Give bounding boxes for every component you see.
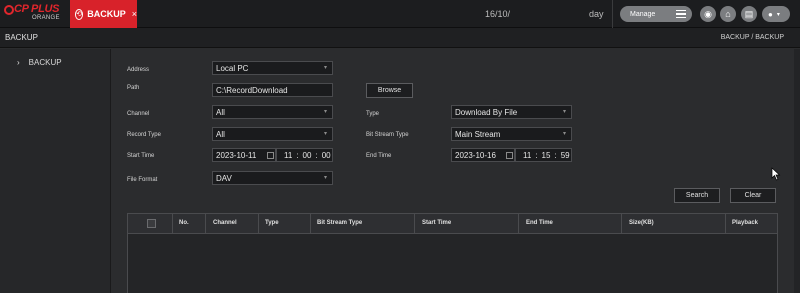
scrollbar[interactable] [794, 49, 800, 293]
divider [414, 214, 415, 234]
title-bar: BACKUP BACKUP / BACKUP [0, 28, 800, 48]
end-time-input[interactable]: 11 : 15 : 59 [515, 148, 572, 162]
logo-mark-icon [4, 5, 14, 15]
bit-stream-type-label: Bit Stream Type [366, 132, 409, 138]
breadcrumb: BACKUP / BACKUP [720, 34, 784, 41]
divider [612, 0, 613, 28]
type-select[interactable]: Download By File ▾ [451, 105, 572, 119]
column-size[interactable]: Size(KB) [629, 220, 654, 226]
select-all-checkbox[interactable] [147, 219, 156, 228]
manage-label: Manage [630, 10, 656, 18]
backup-icon: ⟲ [75, 8, 84, 20]
tab-backup-label: BACKUP [87, 9, 126, 19]
divider [725, 214, 726, 234]
file-format-value: DAV [216, 173, 232, 183]
divider [172, 214, 173, 234]
cp-plus-logo: CP PLUS ORANGE [2, 3, 66, 25]
sidebar-item-backup[interactable]: › BACKUP [0, 53, 111, 71]
calendar-icon[interactable] [506, 152, 513, 159]
file-format-select[interactable]: DAV ▾ [212, 171, 333, 185]
end-mm: 15 [541, 150, 551, 160]
column-end-time[interactable]: End Time [526, 220, 553, 226]
path-input[interactable]: C:\RecordDownload [212, 83, 333, 97]
channel-value: All [216, 107, 225, 117]
table-header: No. Channel Type Bit Stream Type Start T… [128, 214, 777, 234]
chevron-down-icon: ▾ [562, 109, 566, 115]
day-display: day [589, 9, 604, 19]
end-ss: 59 [560, 150, 570, 160]
sidebar-item-label: BACKUP [28, 57, 62, 67]
divider [258, 214, 259, 234]
device-icon[interactable]: ▤ [741, 6, 757, 22]
start-ss: 00 [321, 150, 331, 160]
end-date-input[interactable]: 2023-10-16 [451, 148, 515, 162]
chevron-down-icon: ▾ [323, 109, 327, 115]
end-hh: 11 [523, 150, 532, 160]
start-hh: 11 [284, 150, 293, 160]
column-type[interactable]: Type [265, 220, 279, 226]
sidebar: › BACKUP [0, 49, 111, 293]
record-type-select[interactable]: All ▾ [212, 127, 333, 141]
end-time-label: End Time [366, 153, 392, 159]
page-title: BACKUP [5, 33, 38, 42]
user-icon: ● [768, 9, 773, 19]
channel-select[interactable]: All ▾ [212, 105, 333, 119]
chevron-down-icon: ▾ [776, 11, 780, 18]
browse-button[interactable]: Browse [366, 83, 413, 98]
record-type-label: Record Type [127, 132, 161, 138]
user-button[interactable]: ● ▾ [762, 6, 790, 22]
start-mm: 00 [302, 150, 312, 160]
chevron-down-icon: ▾ [323, 65, 327, 71]
manage-button[interactable]: Manage [620, 6, 692, 22]
path-label: Path [127, 85, 140, 91]
menu-icon [676, 10, 686, 18]
start-date-input[interactable]: 2023-10-11 [212, 148, 276, 162]
home-icon[interactable]: ⌂ [720, 6, 736, 22]
column-playback[interactable]: Playback [732, 220, 758, 226]
logo-sub: ORANGE [32, 15, 60, 21]
divider [621, 214, 622, 234]
bit-stream-type-value: Main Stream [455, 129, 501, 139]
chevron-down-icon: ▾ [562, 131, 566, 137]
bit-stream-type-select[interactable]: Main Stream ▾ [451, 127, 572, 141]
divider [205, 214, 206, 234]
top-bar: CP PLUS ORANGE ⟲ BACKUP × 16/10/ day Man… [0, 0, 800, 28]
column-channel[interactable]: Channel [213, 220, 237, 226]
record-type-value: All [216, 129, 225, 139]
file-format-label: File Format [127, 177, 158, 183]
chevron-down-icon: ▾ [323, 175, 327, 181]
start-time-input[interactable]: 11 : 00 : 00 [276, 148, 333, 162]
main-panel: Address Local PC ▾ Path C:\RecordDownloa… [111, 49, 800, 293]
column-bit-stream-type[interactable]: Bit Stream Type [317, 220, 362, 226]
search-button[interactable]: Search [674, 188, 720, 203]
close-icon[interactable]: × [132, 9, 137, 19]
divider [310, 214, 311, 234]
logo-brand: CP PLUS [14, 3, 60, 15]
start-date-value: 2023-10-11 [216, 150, 257, 160]
results-table: No. Channel Type Bit Stream Type Start T… [127, 213, 778, 293]
divider [518, 214, 519, 234]
column-no[interactable]: No. [179, 220, 189, 226]
address-value: Local PC [216, 63, 249, 73]
address-label: Address [127, 67, 150, 73]
channel-label: Channel [127, 111, 150, 117]
type-label: Type [366, 111, 380, 117]
eye-icon[interactable]: ◉ [700, 6, 716, 22]
address-select[interactable]: Local PC ▾ [212, 61, 333, 75]
type-value: Download By File [455, 107, 518, 117]
chevron-down-icon: ▾ [323, 131, 327, 137]
calendar-icon[interactable] [267, 152, 274, 159]
path-value: C:\RecordDownload [216, 85, 288, 95]
tab-backup[interactable]: ⟲ BACKUP × [70, 0, 137, 28]
column-start-time[interactable]: Start Time [422, 220, 451, 226]
mouse-cursor-icon [771, 167, 781, 181]
start-time-label: Start Time [127, 153, 155, 159]
chevron-right-icon: › [17, 57, 20, 67]
clear-button[interactable]: Clear [730, 188, 776, 203]
end-date-value: 2023-10-16 [455, 150, 496, 160]
date-display: 16/10/ [485, 9, 511, 19]
